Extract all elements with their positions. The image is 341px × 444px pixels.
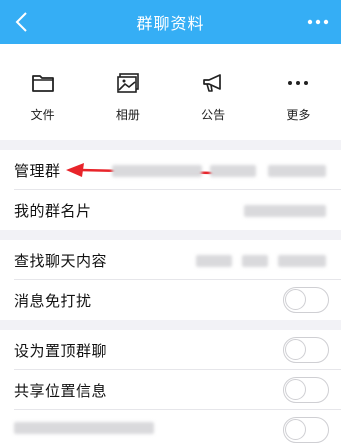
- top-nav-bar: 群聊资料: [0, 0, 341, 44]
- mute-toggle[interactable]: [283, 287, 329, 313]
- mute-messages-label: 消息免打扰: [14, 291, 92, 310]
- share-location-row: 共享位置信息: [0, 370, 341, 410]
- tool-files[interactable]: 文件: [0, 44, 85, 140]
- section-divider: [0, 140, 341, 150]
- redacted-value: [112, 165, 202, 177]
- manage-group-label: 管理群: [14, 161, 61, 180]
- mute-messages-row: 消息免打扰: [0, 280, 341, 320]
- folder-icon: [31, 75, 54, 92]
- redacted-value: [278, 255, 326, 267]
- toggle-knob: [285, 289, 306, 310]
- tool-files-label: 文件: [30, 108, 55, 122]
- redacted-value: [242, 255, 268, 267]
- share-location-label: 共享位置信息: [14, 381, 108, 400]
- my-group-card-label: 我的群名片: [14, 201, 92, 220]
- search-chat-row[interactable]: 查找聊天内容: [0, 240, 341, 280]
- back-button[interactable]: [6, 0, 36, 44]
- share-location-toggle[interactable]: [283, 377, 329, 403]
- search-chat-label: 查找聊天内容: [14, 251, 108, 270]
- partially-visible-row: [0, 410, 341, 444]
- pin-top-label: 设为置顶群聊: [14, 341, 108, 360]
- tool-more[interactable]: 更多: [256, 44, 341, 140]
- pin-top-toggle[interactable]: [283, 337, 329, 363]
- toggle-knob: [285, 339, 306, 360]
- chevron-left-icon: [15, 12, 27, 32]
- redacted-value: [268, 165, 326, 177]
- tool-more-label: 更多: [286, 108, 311, 122]
- more-dots-icon: [307, 19, 329, 25]
- photo-album-icon: [117, 73, 139, 93]
- cut-off-row-text: [14, 422, 154, 434]
- manage-group-row[interactable]: 管理群: [0, 150, 341, 190]
- more-button[interactable]: [303, 0, 333, 44]
- tool-album[interactable]: 相册: [85, 44, 170, 140]
- toggle-knob: [285, 379, 306, 400]
- tool-announcement-label: 公告: [201, 108, 226, 122]
- megaphone-icon: [203, 74, 221, 92]
- pin-top-row: 设为置顶群聊: [0, 330, 341, 370]
- partially-visible-toggle[interactable]: [283, 417, 329, 443]
- section-divider: [0, 230, 341, 240]
- tool-announcement[interactable]: 公告: [171, 44, 256, 140]
- my-group-card-row[interactable]: 我的群名片: [0, 190, 341, 230]
- redacted-value: [196, 255, 232, 267]
- redacted-value: [244, 205, 326, 217]
- redacted-value: [210, 165, 256, 177]
- tool-album-label: 相册: [115, 108, 140, 122]
- page-title: 群聊资料: [136, 14, 205, 33]
- quick-actions-toolbar: 文件 相册 公告 更多: [0, 44, 341, 140]
- section-divider: [0, 320, 341, 330]
- more-dots-icon: [288, 81, 309, 85]
- toggle-knob: [285, 419, 306, 440]
